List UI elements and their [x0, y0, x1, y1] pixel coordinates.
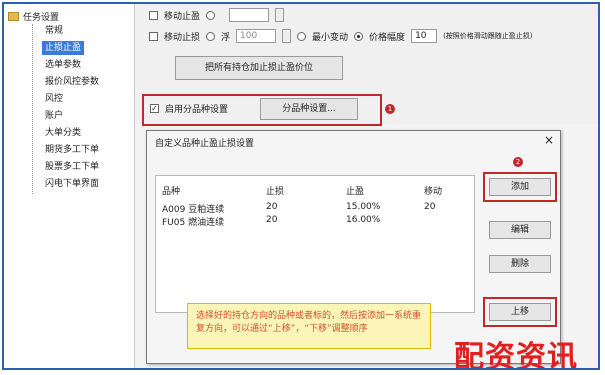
price-range-radio[interactable] [354, 31, 364, 41]
delete-button[interactable]: 删除 [489, 255, 551, 273]
column-header-trailing: 移动 [424, 187, 443, 197]
move-up-button[interactable]: 上移 [489, 303, 551, 321]
table-cell[interactable]: FU05 燃油连续 [162, 215, 224, 228]
tree-item-quote-risk[interactable]: 报价风控参数 [42, 75, 102, 89]
table-cell[interactable]: 15.00% [346, 202, 380, 212]
trailing-profit-checkbox[interactable] [149, 10, 158, 20]
tree-item-stoploss[interactable]: 止损止盈 [42, 41, 85, 55]
row-trailing-profit: 移动止盈 [149, 8, 285, 22]
watermark-logo: 配资资讯 [454, 340, 578, 370]
add-button[interactable]: 添加 [489, 178, 551, 196]
step-badge-2: 2 [513, 157, 523, 167]
table-cell[interactable]: 20 [266, 215, 277, 225]
row-category-setting: ✓ 启用分品种设置 [150, 102, 228, 115]
trailing-profit-spinner[interactable] [275, 8, 285, 22]
tree-root-label: 任务设置 [23, 13, 60, 23]
tree-connector-line [32, 24, 34, 194]
column-header-symbol: 品种 [162, 187, 181, 197]
table-cell[interactable]: 16.00% [346, 215, 380, 225]
trailing-profit-value[interactable] [229, 8, 270, 22]
tree-item-general[interactable]: 常规 [42, 24, 66, 38]
settings-tree: 任务设置 常规 止损止盈 选单参数 报价风控参数 风控 账户 大单分类 期货多工… [4, 4, 135, 368]
category-settings-button[interactable]: 分品种设置... [260, 98, 358, 120]
tree-item-risk[interactable]: 风控 [42, 92, 66, 106]
trailing-stop-label: 移动止损 [164, 32, 201, 43]
price-range-label: 价格幅度 [369, 32, 406, 43]
min-tick-radio[interactable] [297, 31, 307, 41]
tree-item-stock-multi[interactable]: 股票多工下单 [42, 160, 102, 174]
table-cell[interactable]: 20 [266, 202, 277, 212]
category-dialog: 自定义品种止盈止损设置 × 品种 止损 止盈 移动 A009 豆粕连续 20 1… [146, 130, 561, 364]
edit-button[interactable]: 编辑 [489, 221, 551, 239]
category-table: 品种 止损 止盈 移动 A009 豆粕连续 20 15.00% 20 FU05 … [155, 175, 475, 313]
use-category-label: 启用分品种设置 [165, 105, 229, 115]
table-cell[interactable]: A009 豆粕连续 [162, 202, 224, 215]
app-window: 任务设置 常规 止损止盈 选单参数 报价风控参数 风控 账户 大单分类 期货多工… [2, 2, 600, 370]
tip-box: 选择好的持仓方向的品种或者标的，然后按添加一系统重复方向，可以通过“上移”，“下… [187, 303, 431, 349]
trailing-stop-spinner[interactable] [282, 29, 292, 43]
trailing-stop-value[interactable]: 100 [236, 29, 277, 43]
dialog-title: 自定义品种止盈止损设置 [155, 139, 255, 149]
trailing-profit-radio[interactable] [206, 10, 216, 20]
tree-item-large-order[interactable]: 大单分类 [42, 126, 84, 140]
tree-item-order-params[interactable]: 选单参数 [42, 58, 84, 72]
close-icon[interactable]: × [544, 133, 554, 147]
tree-item-account[interactable]: 账户 [42, 109, 66, 123]
row-trailing-stop: 移动止损 浮 100 最小变动 价格幅度 10 (按照价格滑动跟随止盈止损) [149, 29, 533, 43]
points-radio[interactable] [206, 31, 216, 41]
use-category-checkbox[interactable]: ✓ [150, 104, 159, 113]
folder-icon [8, 12, 19, 21]
tree-item-flash-order[interactable]: 闪电下单界面 [42, 177, 102, 191]
trailing-stop-checkbox[interactable] [149, 31, 158, 41]
trailing-profit-label: 移动止盈 [164, 11, 201, 22]
apply-all-positions-button[interactable]: 把所有持仓加止损止盈价位 [175, 56, 343, 80]
price-range-value[interactable]: 10 [411, 29, 438, 43]
table-cell[interactable]: 20 [424, 202, 435, 212]
step-badge-1: 1 [385, 104, 395, 114]
tree-item-futures-multi[interactable]: 期货多工下单 [42, 143, 102, 157]
tree-root[interactable]: 任务设置 [8, 10, 59, 23]
trailing-note: (按照价格滑动跟随止盈止损) [443, 32, 533, 40]
min-tick-label: 最小变动 [312, 32, 349, 43]
column-header-takeprofit: 止盈 [346, 187, 365, 197]
column-header-stoploss: 止损 [266, 187, 285, 197]
points-radio-label: 浮 [221, 32, 231, 43]
